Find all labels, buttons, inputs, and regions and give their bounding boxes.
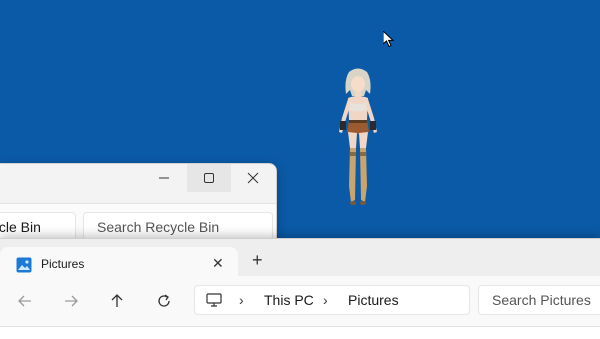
address-bar[interactable]: › This PC › Pictures	[194, 285, 470, 315]
search-placeholder: Search Recycle Bin	[97, 219, 220, 235]
file-list-area[interactable]	[0, 327, 600, 339]
up-arrow-icon	[111, 294, 123, 307]
tab-label: Pictures	[41, 257, 85, 271]
refresh-icon	[158, 294, 170, 307]
refresh-button[interactable]	[154, 291, 174, 311]
minimize-button[interactable]	[142, 164, 186, 192]
chevron-right-icon[interactable]: ›	[323, 292, 328, 308]
search-placeholder: Search Pictures	[492, 292, 591, 308]
back-arrow-icon	[18, 295, 31, 307]
maximize-button[interactable]	[187, 164, 231, 192]
breadcrumb-pictures[interactable]: Pictures	[348, 292, 399, 308]
anime-character-figure[interactable]	[330, 66, 386, 208]
breadcrumb-this-pc[interactable]: This PC	[264, 292, 314, 308]
chevron-right-icon[interactable]: ›	[239, 292, 244, 308]
window-titlebar[interactable]	[0, 164, 276, 196]
maximize-icon	[204, 173, 214, 183]
tab-close-button[interactable]: ✕	[212, 255, 224, 272]
minimize-icon	[159, 177, 169, 179]
mouse-cursor-icon	[383, 31, 395, 47]
close-button[interactable]	[231, 164, 275, 192]
pictures-search-input[interactable]: Search Pictures	[478, 285, 600, 315]
close-icon	[247, 172, 259, 184]
recycle-bin-search-input[interactable]: Search Recycle Bin	[83, 212, 273, 240]
forward-arrow-icon	[65, 295, 78, 307]
navigation-toolbar: › This PC › Pictures Search Pictures	[0, 276, 600, 327]
up-button[interactable]	[107, 291, 127, 311]
breadcrumb-label: Recycle Bin	[0, 219, 41, 235]
pictures-explorer-window[interactable]: Pictures ✕ + › This PC › Pictures Search	[0, 238, 600, 339]
back-button[interactable]	[15, 291, 35, 311]
this-pc-icon	[206, 293, 222, 307]
new-tab-button[interactable]: +	[252, 251, 263, 269]
pictures-folder-icon	[16, 257, 32, 273]
forward-button[interactable]	[61, 291, 81, 311]
